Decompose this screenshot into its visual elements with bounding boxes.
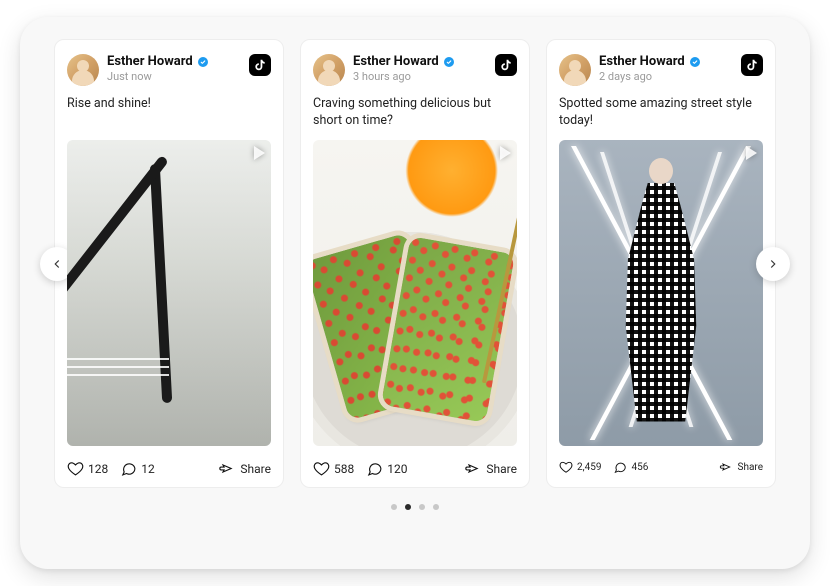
tiktok-icon: [495, 54, 517, 76]
post-footer: 588 120 Share: [313, 456, 517, 477]
device-frame: Esther Howard Just now Rise and shine!: [20, 17, 810, 569]
comment-button[interactable]: 456: [613, 460, 648, 474]
pagination-dot[interactable]: [433, 504, 439, 510]
author-name[interactable]: Esther Howard: [107, 54, 193, 69]
verified-badge-icon: [197, 56, 209, 68]
post-caption: Spotted some amazing street style today!: [559, 96, 763, 130]
share-icon: [217, 460, 234, 477]
like-button[interactable]: 128: [67, 460, 108, 477]
comment-button[interactable]: 120: [366, 460, 407, 477]
heart-icon: [313, 460, 330, 477]
comment-count: 120: [387, 462, 407, 476]
pagination-dot[interactable]: [391, 504, 397, 510]
comment-count: 456: [631, 462, 648, 473]
like-count: 2,459: [577, 462, 601, 473]
comment-icon: [613, 460, 627, 474]
heart-icon: [559, 460, 573, 474]
verified-badge-icon: [443, 56, 455, 68]
avatar[interactable]: [67, 54, 99, 86]
post-footer: 2,459 456 Share: [559, 456, 763, 474]
share-label: Share: [240, 462, 271, 476]
post-header: Esther Howard 2 days ago: [559, 54, 763, 86]
play-icon: [746, 146, 757, 160]
post-card: Esther Howard 3 hours ago Craving someth…: [300, 39, 530, 488]
avatar[interactable]: [559, 54, 591, 86]
comment-icon: [366, 460, 383, 477]
share-label: Share: [486, 462, 517, 476]
like-button[interactable]: 588: [313, 460, 354, 477]
post-caption: Craving something delicious but short on…: [313, 96, 517, 130]
pagination-dot[interactable]: [405, 504, 411, 510]
like-button[interactable]: 2,459: [559, 460, 601, 474]
play-icon: [500, 146, 511, 160]
chevron-right-icon: [766, 257, 780, 271]
comment-icon: [120, 460, 137, 477]
post-media[interactable]: [313, 140, 517, 446]
like-count: 128: [88, 462, 108, 476]
share-button[interactable]: Share: [217, 460, 271, 477]
share-icon: [718, 460, 732, 474]
post-timestamp: 3 hours ago: [353, 70, 487, 83]
share-button[interactable]: Share: [463, 460, 517, 477]
share-button[interactable]: Share: [718, 460, 763, 474]
chevron-left-icon: [50, 257, 64, 271]
like-count: 588: [334, 462, 354, 476]
comment-button[interactable]: 12: [120, 460, 155, 477]
post-timestamp: Just now: [107, 70, 241, 83]
post-card: Esther Howard 2 days ago Spotted some am…: [546, 39, 776, 488]
share-icon: [463, 460, 480, 477]
heart-icon: [67, 460, 84, 477]
post-footer: 128 12 Share: [67, 456, 271, 477]
post-caption: Rise and shine!: [67, 96, 271, 130]
verified-badge-icon: [689, 56, 701, 68]
post-media[interactable]: [559, 140, 763, 446]
tiktok-icon: [249, 54, 271, 76]
post-media[interactable]: [67, 140, 271, 446]
pagination-dots: [391, 504, 439, 510]
tiktok-icon: [741, 54, 763, 76]
play-icon: [254, 146, 265, 160]
post-header: Esther Howard Just now: [67, 54, 271, 86]
post-carousel: Esther Howard Just now Rise and shine!: [54, 39, 776, 488]
carousel-next-button[interactable]: [756, 247, 790, 281]
comment-count: 12: [141, 462, 155, 476]
pagination-dot[interactable]: [419, 504, 425, 510]
author-name[interactable]: Esther Howard: [353, 54, 439, 69]
author-name[interactable]: Esther Howard: [599, 54, 685, 69]
post-card: Esther Howard Just now Rise and shine!: [54, 39, 284, 488]
avatar[interactable]: [313, 54, 345, 86]
share-label: Share: [738, 462, 763, 473]
post-timestamp: 2 days ago: [599, 70, 733, 83]
post-header: Esther Howard 3 hours ago: [313, 54, 517, 86]
